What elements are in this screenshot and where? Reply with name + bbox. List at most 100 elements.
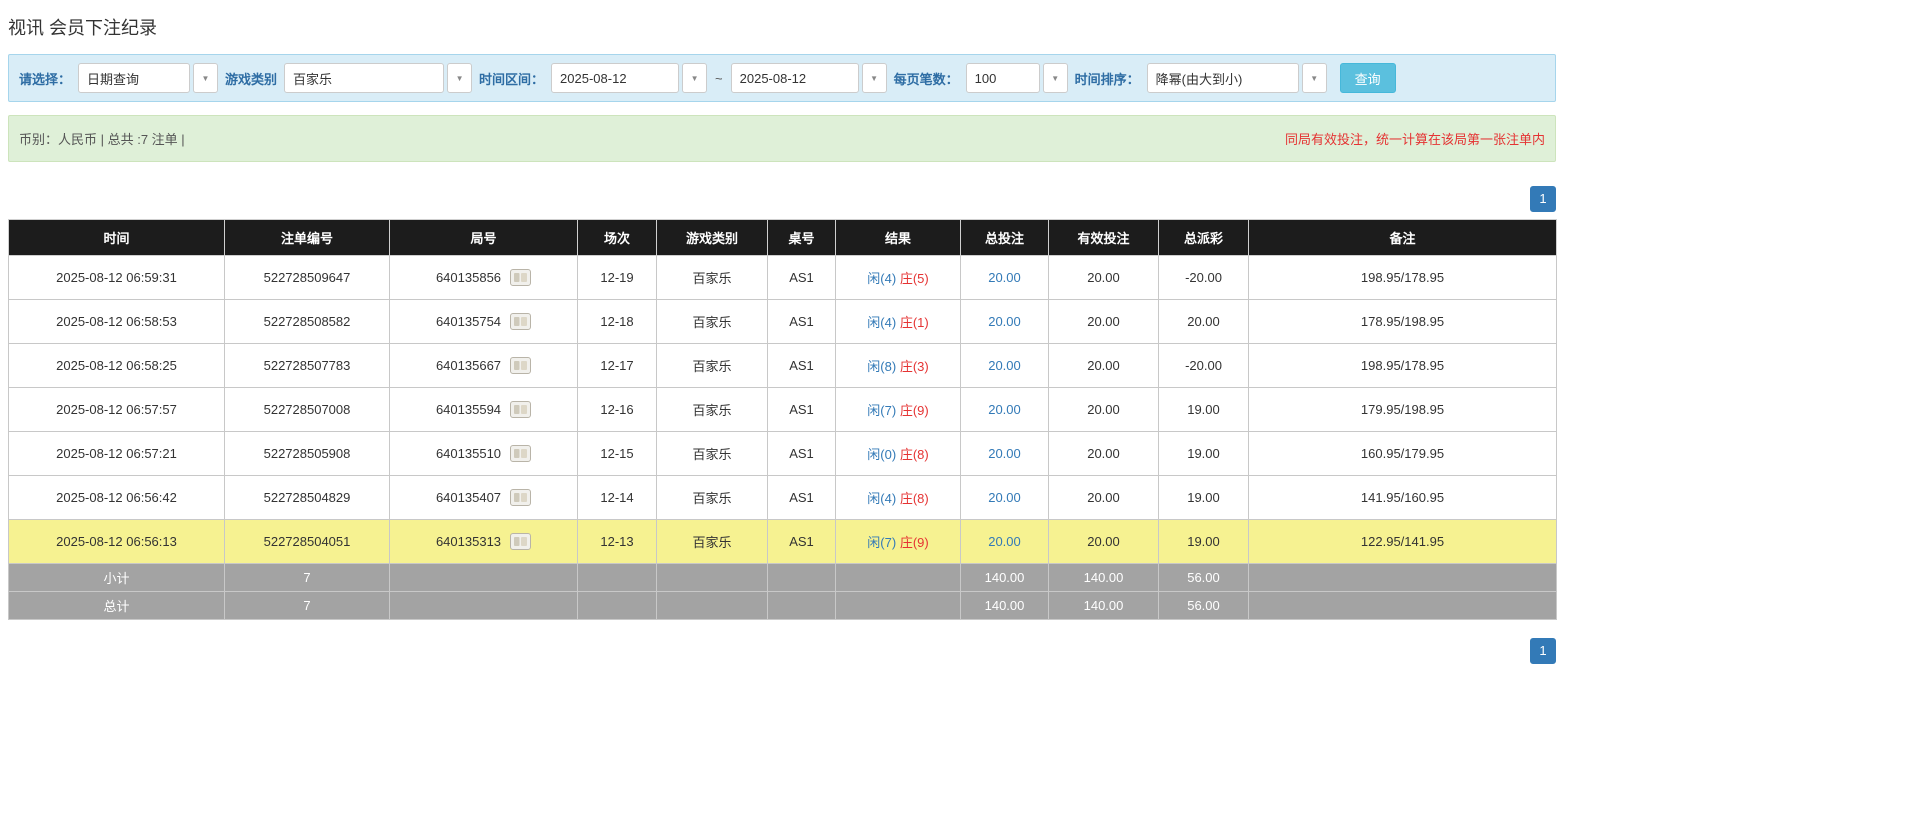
time-sort-caret-button[interactable]: ▼ [1302, 63, 1327, 93]
round-number: 640135754 [436, 314, 501, 329]
cell-remark: 141.95/160.95 [1249, 476, 1557, 520]
table-row: 2025-08-12 06:56:42522728504829640135407… [9, 476, 1557, 520]
cell-table-no: AS1 [768, 476, 836, 520]
cell-session: 12-15 [578, 432, 657, 476]
cell-game-type: 百家乐 [657, 344, 768, 388]
cell-time: 2025-08-12 06:58:53 [9, 300, 225, 344]
cell-time: 2025-08-12 06:59:31 [9, 256, 225, 300]
cell-table-no: AS1 [768, 432, 836, 476]
select-type-label: 请选择： [19, 69, 71, 88]
cell-result: 闲(4) 庄(1) [836, 300, 961, 344]
result-banker: 庄(9) [900, 535, 929, 550]
table-row: 2025-08-12 06:57:21522728505908640135510… [9, 432, 1557, 476]
total-bet-link[interactable]: 20.00 [988, 270, 1021, 285]
total-bet-link[interactable]: 20.00 [988, 490, 1021, 505]
cell-result: 闲(4) 庄(8) [836, 476, 961, 520]
cell-session: 12-13 [578, 520, 657, 564]
cell-payout: 19.00 [1159, 432, 1249, 476]
game-replay-icon[interactable] [510, 533, 531, 550]
total-bet-link[interactable]: 20.00 [988, 314, 1021, 329]
cell-result: 闲(4) 庄(5) [836, 256, 961, 300]
cell-bet-id: 522728505908 [225, 432, 390, 476]
cell-game-type: 百家乐 [657, 300, 768, 344]
game-replay-icon[interactable] [510, 313, 531, 330]
cell-payout: 19.00 [1159, 476, 1249, 520]
date-from-input[interactable] [551, 63, 679, 93]
cell-time: 2025-08-12 06:56:13 [9, 520, 225, 564]
game-type-caret-button[interactable]: ▼ [447, 63, 472, 93]
cell-payout: 19.00 [1159, 388, 1249, 432]
cell-round: 640135856 [390, 256, 578, 300]
cell-total-bet: 20.00 [961, 432, 1049, 476]
cell-payout: -20.00 [1159, 344, 1249, 388]
table-row: 2025-08-12 06:58:53522728508582640135754… [9, 300, 1557, 344]
column-header: 时间 [9, 220, 225, 256]
query-type-combo: ▼ [78, 63, 218, 93]
chevron-down-icon: ▼ [870, 74, 878, 83]
total-remark [1249, 592, 1557, 620]
cell-remark: 198.95/178.95 [1249, 256, 1557, 300]
game-replay-icon[interactable] [510, 357, 531, 374]
cell-remark: 122.95/141.95 [1249, 520, 1557, 564]
pagination-bottom: 1 [8, 638, 1556, 664]
cell-table-no: AS1 [768, 300, 836, 344]
subtotal-total-bet: 140.00 [961, 564, 1049, 592]
page-size-caret-button[interactable]: ▼ [1043, 63, 1068, 93]
total-bet-link[interactable]: 20.00 [988, 534, 1021, 549]
page-number-button[interactable]: 1 [1530, 186, 1556, 212]
total-bet-link[interactable]: 20.00 [988, 358, 1021, 373]
search-button[interactable]: 查询 [1340, 63, 1396, 93]
cell-round: 640135594 [390, 388, 578, 432]
subtotal-empty-cell [390, 564, 578, 592]
time-sort-combo: ▼ [1147, 63, 1327, 93]
game-replay-icon[interactable] [510, 445, 531, 462]
result-player: 闲(7) [867, 403, 896, 418]
date-from-caret-button[interactable]: ▼ [682, 63, 707, 93]
total-bet-link[interactable]: 20.00 [988, 402, 1021, 417]
date-to-input[interactable] [731, 63, 859, 93]
column-header: 备注 [1249, 220, 1557, 256]
page-title: 视讯 会员下注纪录 [8, 14, 1556, 40]
column-header: 场次 [578, 220, 657, 256]
query-type-input[interactable] [78, 63, 190, 93]
query-type-caret-button[interactable]: ▼ [193, 63, 218, 93]
game-replay-icon[interactable] [510, 489, 531, 506]
chevron-down-icon: ▼ [1051, 74, 1059, 83]
game-replay-icon[interactable] [510, 401, 531, 418]
page-size-input[interactable] [966, 63, 1040, 93]
result-player: 闲(7) [867, 535, 896, 550]
cell-result: 闲(7) 庄(9) [836, 520, 961, 564]
table-header-row: 时间注单编号局号场次游戏类别桌号结果总投注有效投注总派彩备注 [9, 220, 1557, 256]
result-banker: 庄(5) [900, 271, 929, 286]
cell-session: 12-19 [578, 256, 657, 300]
column-header: 总派彩 [1159, 220, 1249, 256]
subtotal-empty-cell [657, 564, 768, 592]
time-sort-input[interactable] [1147, 63, 1299, 93]
cell-total-bet: 20.00 [961, 256, 1049, 300]
subtotal-payout: 56.00 [1159, 564, 1249, 592]
cell-time: 2025-08-12 06:57:57 [9, 388, 225, 432]
date-range-separator: ~ [714, 71, 724, 86]
cell-round: 640135510 [390, 432, 578, 476]
table-row: 2025-08-12 06:56:13522728504051640135313… [9, 520, 1557, 564]
cell-payout: 19.00 [1159, 520, 1249, 564]
result-banker: 庄(8) [900, 447, 929, 462]
game-replay-icon[interactable] [510, 269, 531, 286]
cell-valid-bet: 20.00 [1049, 256, 1159, 300]
cell-time: 2025-08-12 06:56:42 [9, 476, 225, 520]
date-to-caret-button[interactable]: ▼ [862, 63, 887, 93]
cell-total-bet: 20.00 [961, 300, 1049, 344]
cell-round: 640135313 [390, 520, 578, 564]
game-type-input[interactable] [284, 63, 444, 93]
result-banker: 庄(1) [900, 315, 929, 330]
cell-game-type: 百家乐 [657, 476, 768, 520]
chevron-down-icon: ▼ [456, 74, 464, 83]
cell-total-bet: 20.00 [961, 520, 1049, 564]
cell-result: 闲(8) 庄(3) [836, 344, 961, 388]
total-empty-cell [836, 592, 961, 620]
total-bet-link[interactable]: 20.00 [988, 446, 1021, 461]
cell-total-bet: 20.00 [961, 344, 1049, 388]
total-count: 7 [225, 592, 390, 620]
page-number-button[interactable]: 1 [1530, 638, 1556, 664]
round-number: 640135667 [436, 358, 501, 373]
